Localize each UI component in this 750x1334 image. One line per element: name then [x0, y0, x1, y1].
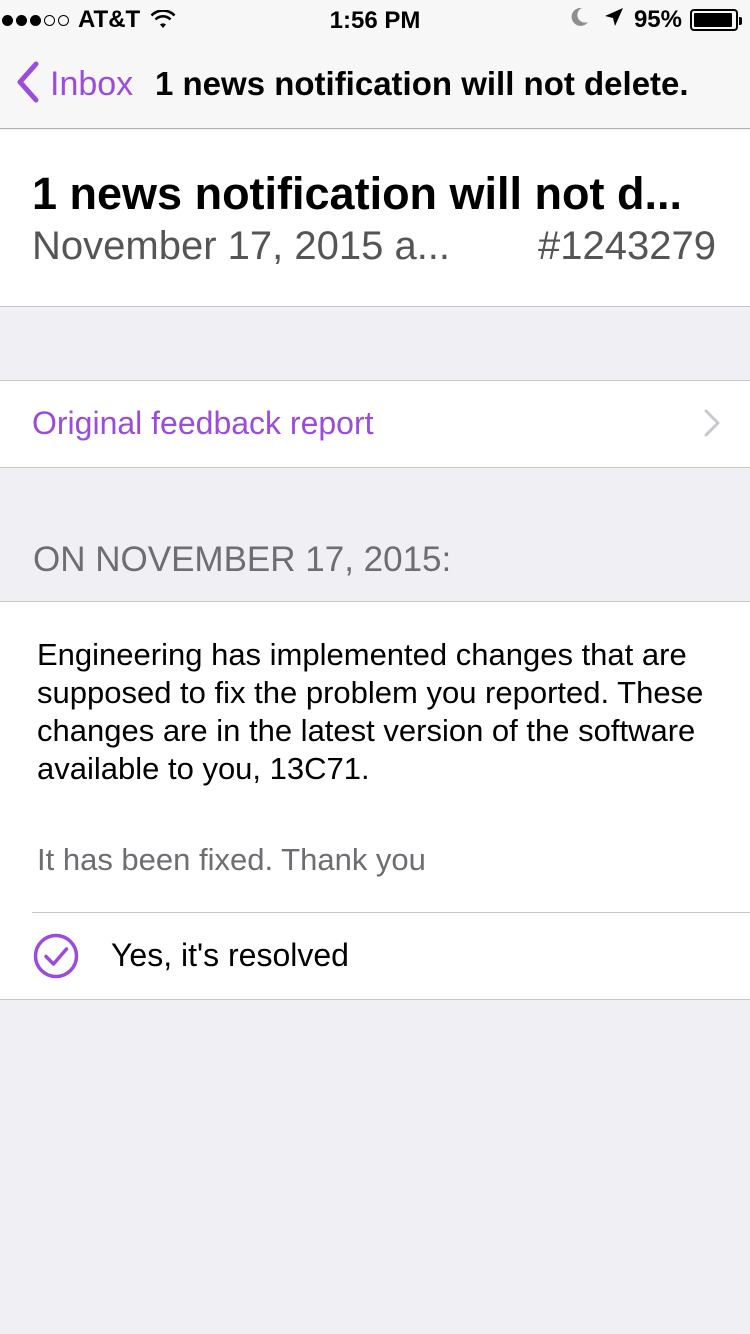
- original-feedback-report-label: Original feedback report: [32, 405, 374, 441]
- response-card: Engineering has implemented changes that…: [0, 601, 750, 1000]
- checkmark-circle-icon: [33, 933, 79, 984]
- status-bar: AT&T 1:56 PM 95%: [0, 0, 750, 40]
- chevron-left-icon: [16, 61, 40, 108]
- report-date: November 17, 2015 a...: [32, 224, 451, 268]
- resolved-button[interactable]: Yes, it's resolved: [0, 913, 750, 1000]
- resolved-label: Yes, it's resolved: [111, 937, 349, 973]
- battery-icon: [690, 9, 742, 31]
- report-title: 1 news notification will not d...: [32, 168, 683, 219]
- battery-percent: 95%: [633, 6, 682, 33]
- section-header: ON NOVEMBER 17, 2015:: [33, 540, 452, 579]
- location-arrow-icon: [604, 6, 624, 34]
- nav-title: 1 news notification will not delete.: [155, 65, 689, 102]
- response-message: Engineering has implemented changes that…: [37, 637, 704, 786]
- back-button-label: Inbox: [50, 64, 134, 103]
- navigation-bar: Inbox 1 news notification will not delet…: [0, 40, 750, 129]
- report-id: #1243279: [538, 224, 716, 268]
- report-header: 1 news notification will not d... Novemb…: [0, 130, 750, 307]
- original-feedback-report-row[interactable]: Original feedback report: [0, 380, 750, 468]
- back-button[interactable]: Inbox: [16, 61, 134, 108]
- battery-fill: [694, 13, 732, 27]
- chevron-right-icon: [704, 409, 720, 442]
- status-right: 95%: [570, 6, 742, 35]
- moon-icon: [570, 6, 590, 35]
- response-note: It has been fixed. Thank you: [37, 842, 426, 877]
